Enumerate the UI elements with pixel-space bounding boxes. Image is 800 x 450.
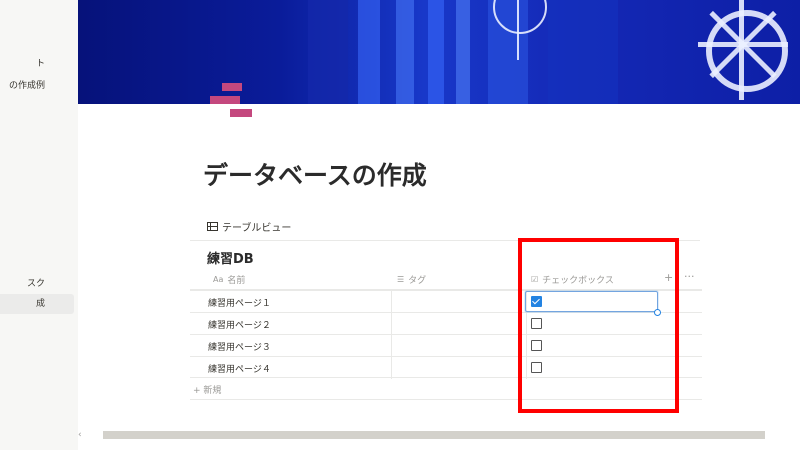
divider (190, 399, 702, 400)
tag-cell[interactable] (391, 335, 527, 357)
tag-cell[interactable] (391, 313, 527, 335)
column-header-name[interactable]: Aa 名前 (213, 271, 245, 288)
more-options-button[interactable]: ··· (684, 270, 695, 283)
column-header-tag[interactable]: ☰ タグ (397, 271, 426, 288)
database-title[interactable]: 練習DB (207, 248, 254, 267)
fill-handle[interactable] (654, 309, 661, 316)
sidebar-item-label: 成 (35, 299, 45, 309)
new-row-button[interactable]: + 新規 (193, 383, 221, 396)
list-icon: ☰ (397, 275, 405, 284)
stacked-bars-icon[interactable] (210, 83, 255, 120)
row-divider (190, 377, 702, 378)
tag-cell[interactable] (391, 291, 527, 313)
chevron-left-icon[interactable]: ‹ (78, 430, 82, 440)
selected-cell-outline (525, 291, 658, 312)
row-name[interactable]: 練習用ページ１ (208, 296, 271, 309)
row-name[interactable]: 練習用ページ４ (208, 362, 271, 375)
table-row[interactable]: 練習用ページ２ (190, 312, 702, 335)
sidebar-item[interactable]: スク (0, 274, 74, 294)
checkbox[interactable] (531, 362, 542, 373)
sidebar-item-label: の作成例 (8, 81, 45, 91)
column-header-checkbox[interactable]: ☑ チェックボックス (531, 271, 614, 288)
add-column-button[interactable]: + (664, 271, 673, 284)
text-property-icon: Aa (213, 275, 224, 284)
column-label: 名前 (227, 276, 246, 286)
checkbox[interactable] (531, 318, 542, 329)
column-label: タグ (408, 276, 427, 286)
table-row[interactable]: 練習用ページ３ (190, 334, 702, 357)
table-icon (207, 222, 218, 231)
table-row[interactable]: 練習用ページ４ (190, 356, 702, 379)
page-title[interactable]: データベースの作成 (203, 156, 427, 192)
row-name[interactable]: 練習用ページ３ (208, 340, 271, 353)
sidebar: ト の作成例 スク 成 (0, 0, 78, 450)
sidebar-item-label: ト (35, 59, 45, 69)
checkbox-property-icon: ☑ (531, 275, 539, 284)
sidebar-item[interactable]: の作成例 (0, 76, 74, 96)
divider (190, 240, 700, 241)
cover-image[interactable] (78, 0, 800, 104)
tab-label: テーブルビュー (222, 223, 292, 234)
row-name[interactable]: 練習用ページ２ (208, 318, 271, 331)
sidebar-item[interactable]: ト (0, 54, 74, 74)
checkbox[interactable] (531, 340, 542, 351)
column-label: チェックボックス (542, 276, 614, 286)
tag-cell[interactable] (391, 357, 527, 379)
tab-table-view[interactable]: テーブルビュー (207, 219, 291, 234)
sidebar-item-label: スク (26, 279, 45, 289)
sidebar-item-active[interactable]: 成 (0, 294, 74, 314)
horizontal-scrollbar[interactable] (103, 431, 765, 439)
